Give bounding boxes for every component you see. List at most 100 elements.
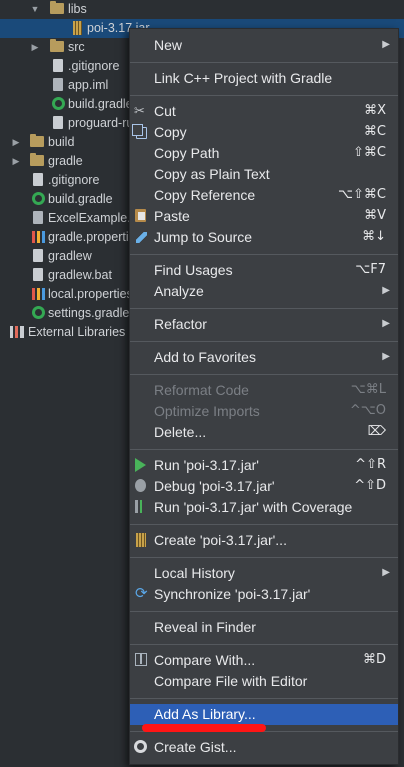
file-icon: [53, 116, 63, 129]
menu-shortcut: ⌘↓: [362, 229, 386, 244]
menu-item-label: Paste: [154, 208, 190, 224]
compare-icon: [135, 653, 147, 666]
menu-shortcut: ⌘V: [364, 208, 386, 223]
menu-item-label: Reformat Code: [154, 382, 249, 398]
tree-item-libs[interactable]: ▼ libs: [0, 0, 404, 19]
menu-item-reformat-code[interactable]: Reformat Code ⌥⌘L: [130, 380, 398, 400]
menu-item-compare-with[interactable]: Compare With... ⌘D: [130, 650, 398, 670]
menu-item-jump-to-source[interactable]: Jump to Source ⌘↓: [130, 227, 398, 247]
collapse-arrow-icon[interactable]: ▶: [11, 133, 21, 152]
folder-icon: [30, 134, 44, 147]
tree-item-label: src: [68, 40, 85, 54]
menu-separator: [130, 341, 398, 342]
expand-arrow-icon[interactable]: ▼: [30, 0, 40, 19]
menu-shortcut: ⌦: [367, 424, 386, 439]
menu-item-copy[interactable]: Copy ⌘C: [130, 122, 398, 142]
tree-item-label: build.gradle: [48, 192, 113, 206]
menu-item-add-to-favorites[interactable]: Add to Favorites ▶: [130, 347, 398, 367]
menu-separator: [130, 557, 398, 558]
menu-item-cut[interactable]: ✂ Cut ⌘X: [130, 101, 398, 121]
copy-icon: [132, 124, 147, 139]
gradle-icon: [32, 192, 45, 205]
menu-item-link-cpp-project[interactable]: Link C++ Project with Gradle: [130, 68, 398, 88]
file-icon: [33, 211, 43, 224]
menu-separator: [130, 644, 398, 645]
menu-item-refactor[interactable]: Refactor ▶: [130, 314, 398, 334]
menu-item-create-config[interactable]: Create 'poi-3.17.jar'...: [130, 530, 398, 550]
tree-item-label: gradlew: [48, 249, 92, 263]
menu-shortcut: ⇧⌘C: [353, 145, 386, 160]
menu-separator: [130, 95, 398, 96]
menu-item-label: Local History: [154, 565, 235, 581]
menu-item-optimize-imports[interactable]: Optimize Imports ^⌥O: [130, 401, 398, 421]
collapse-arrow-icon[interactable]: ▶: [30, 38, 40, 57]
menu-item-run[interactable]: Run 'poi-3.17.jar' ^⇧R: [130, 455, 398, 475]
menu-item-label: Copy Path: [154, 145, 220, 161]
file-icon: [33, 268, 43, 281]
menu-separator: [130, 62, 398, 63]
menu-item-debug[interactable]: Debug 'poi-3.17.jar' ^⇧D: [130, 476, 398, 496]
menu-item-label: Refactor: [154, 316, 207, 332]
debug-bug-icon: [135, 479, 146, 492]
menu-separator: [130, 374, 398, 375]
menu-item-local-history[interactable]: Local History ▶: [130, 563, 398, 583]
menu-item-reveal-in-finder[interactable]: Reveal in Finder: [130, 617, 398, 637]
menu-item-label: Find Usages: [154, 262, 233, 278]
paste-icon: [135, 209, 146, 222]
properties-icon: [32, 288, 45, 300]
menu-item-label: Compare With...: [154, 652, 256, 668]
menu-shortcut: ⌥⇧⌘C: [338, 187, 386, 202]
menu-item-run-with-coverage[interactable]: Run 'poi-3.17.jar' with Coverage: [130, 497, 398, 517]
menu-item-compare-with-editor[interactable]: Compare File with Editor: [130, 671, 398, 691]
menu-item-label: Debug 'poi-3.17.jar': [154, 478, 275, 494]
menu-item-label: Run 'poi-3.17.jar' with Coverage: [154, 499, 353, 515]
menu-separator: [130, 611, 398, 612]
menu-item-create-gist[interactable]: Create Gist...: [130, 737, 398, 757]
menu-shortcut: ⌘D: [362, 652, 386, 667]
menu-item-label: Copy Reference: [154, 187, 256, 203]
tree-item-label: settings.gradle: [48, 306, 130, 320]
submenu-arrow-icon: ▶: [382, 285, 390, 296]
scissors-icon: ✂: [134, 103, 145, 118]
menu-item-copy-path[interactable]: Copy Path ⇧⌘C: [130, 143, 398, 163]
menu-separator: [130, 449, 398, 450]
tree-item-label: gradle: [48, 154, 83, 168]
menu-item-delete[interactable]: Delete... ⌦: [130, 422, 398, 442]
menu-item-label: Reveal in Finder: [154, 619, 256, 635]
menu-shortcut: ^⇧R: [355, 457, 386, 472]
menu-item-label: Copy: [154, 124, 187, 140]
menu-shortcut: ⌥F7: [355, 262, 386, 277]
menu-shortcut: ^⇧D: [354, 478, 386, 493]
menu-item-add-as-library[interactable]: Add As Library...: [130, 704, 398, 725]
sync-icon: ⟳: [135, 585, 148, 602]
file-icon: [53, 78, 63, 91]
menu-item-copy-plain-text[interactable]: Copy as Plain Text: [130, 164, 398, 184]
menu-separator: [130, 254, 398, 255]
gradle-icon: [52, 97, 65, 110]
menu-item-find-usages[interactable]: Find Usages ⌥F7: [130, 260, 398, 280]
tree-item-label: libs: [68, 2, 87, 16]
menu-item-copy-reference[interactable]: Copy Reference ⌥⇧⌘C: [130, 185, 398, 205]
menu-item-label: Link C++ Project with Gradle: [154, 70, 333, 86]
submenu-arrow-icon: ▶: [382, 39, 390, 50]
github-icon: [134, 740, 147, 753]
menu-item-label: Analyze: [154, 283, 204, 299]
jar-icon: [73, 21, 82, 35]
gradle-icon: [32, 306, 45, 319]
tree-item-label: gradlew.bat: [48, 268, 112, 282]
run-icon: [135, 458, 146, 472]
menu-item-label: Add to Favorites: [154, 349, 256, 365]
folder-icon: [50, 1, 64, 14]
menu-item-analyze[interactable]: Analyze ▶: [130, 281, 398, 301]
tree-item-label: gradle.properties: [48, 230, 142, 244]
menu-item-new[interactable]: New ▶: [130, 35, 398, 55]
menu-item-paste[interactable]: Paste ⌘V: [130, 206, 398, 226]
menu-item-synchronize[interactable]: ⟳ Synchronize 'poi-3.17.jar': [130, 584, 398, 604]
annotation-underline: [142, 724, 266, 732]
menu-shortcut: ⌘C: [363, 124, 386, 139]
coverage-icon: [135, 500, 147, 513]
menu-item-label: Compare File with Editor: [154, 673, 308, 689]
tree-item-label: .gitignore: [48, 173, 100, 187]
context-menu: New ▶ Link C++ Project with Gradle ✂ Cut…: [129, 28, 399, 765]
collapse-arrow-icon[interactable]: ▶: [11, 152, 21, 171]
